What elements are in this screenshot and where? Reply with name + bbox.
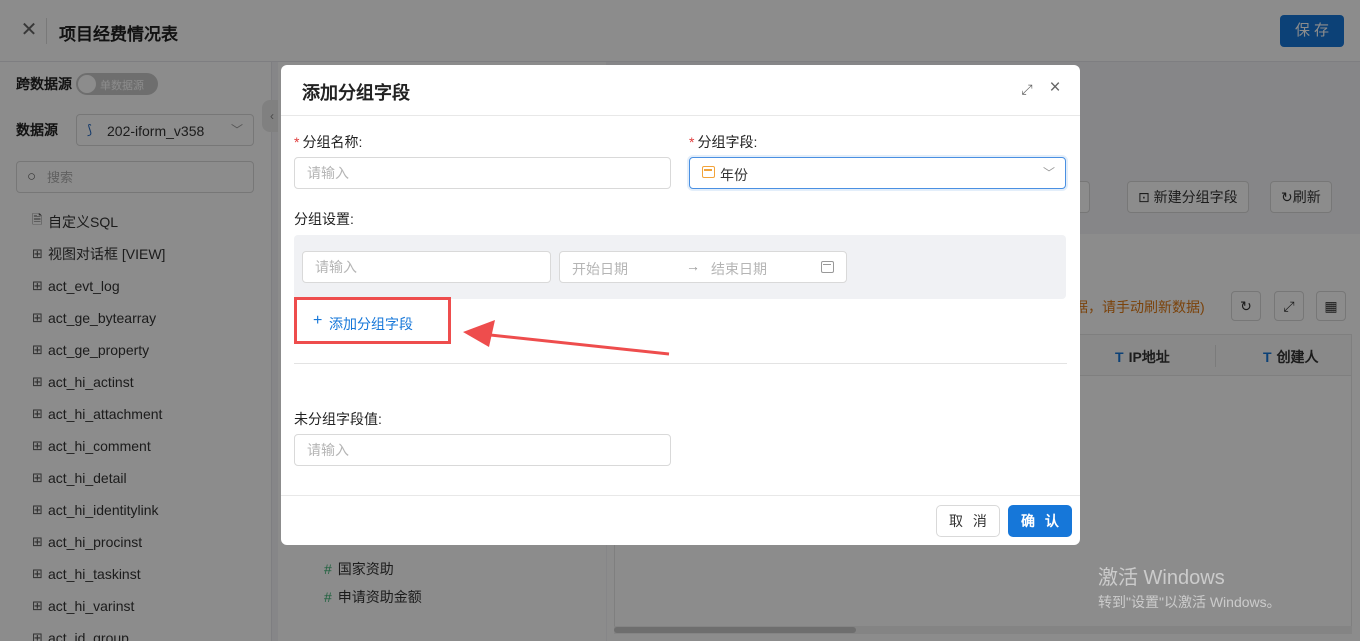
windows-activation-watermark: 激活 Windows 转到"设置"以激活 Windows。 bbox=[1098, 561, 1281, 612]
confirm-button[interactable]: 确 认 bbox=[1008, 505, 1072, 537]
divider bbox=[294, 363, 1067, 364]
ungrouped-field[interactable] bbox=[294, 434, 671, 466]
dialog-title: 添加分组字段 bbox=[302, 83, 410, 103]
expand-icon[interactable]: ⤢ bbox=[1018, 80, 1036, 98]
date-field-icon bbox=[702, 166, 715, 178]
group-field-value: 年份 bbox=[720, 167, 748, 183]
group-name-input[interactable] bbox=[307, 163, 658, 183]
end-date-input[interactable]: 结束日期 bbox=[711, 259, 767, 279]
ungrouped-label: 未分组字段值: bbox=[294, 411, 382, 427]
setting-name-input[interactable] bbox=[315, 257, 538, 277]
group-name-field[interactable] bbox=[294, 157, 671, 189]
cancel-button[interactable]: 取 消 bbox=[936, 505, 1000, 537]
dialog-footer: 取 消 确 认 bbox=[281, 495, 1080, 545]
group-setting-row: 开始日期 → 结束日期 bbox=[294, 235, 1066, 299]
required-mark: * bbox=[689, 134, 695, 150]
add-group-field-dialog: 添加分组字段 ⤢ × *分组名称: *分组字段: 年份 ﹀ 分组设置: 开始日期… bbox=[281, 65, 1080, 545]
watermark-line-2: 转到"设置"以激活 Windows。 bbox=[1098, 594, 1281, 610]
ungrouped-input[interactable] bbox=[307, 440, 658, 460]
arrow-right-icon: → bbox=[686, 258, 700, 274]
plus-icon: + bbox=[313, 312, 323, 329]
calendar-icon bbox=[821, 261, 834, 273]
chevron-down-icon: ﹀ bbox=[1042, 166, 1055, 180]
start-date-input[interactable]: 开始日期 bbox=[572, 259, 628, 279]
group-field-label-text: 分组字段: bbox=[697, 134, 758, 150]
group-name-label-text: 分组名称: bbox=[302, 134, 363, 150]
setting-name-field[interactable] bbox=[302, 251, 551, 283]
close-icon[interactable]: × bbox=[1046, 78, 1064, 98]
group-field-label: * 分组字段: bbox=[689, 132, 757, 152]
date-range-picker[interactable]: 开始日期 → 结束日期 bbox=[559, 251, 847, 283]
watermark-line-1: 激活 Windows bbox=[1098, 567, 1225, 589]
group-settings-label: 分组设置: bbox=[294, 211, 354, 227]
annotation-arrow bbox=[463, 320, 670, 356]
add-group-field-button[interactable]: + 添加分组字段 bbox=[294, 297, 451, 344]
add-group-field-label: 添加分组字段 bbox=[329, 316, 413, 332]
group-name-label: * 分组名称: bbox=[294, 132, 362, 152]
dialog-header: 添加分组字段 ⤢ × bbox=[281, 65, 1080, 116]
required-mark: * bbox=[294, 134, 300, 150]
group-field-select[interactable]: 年份 ﹀ bbox=[689, 157, 1066, 189]
